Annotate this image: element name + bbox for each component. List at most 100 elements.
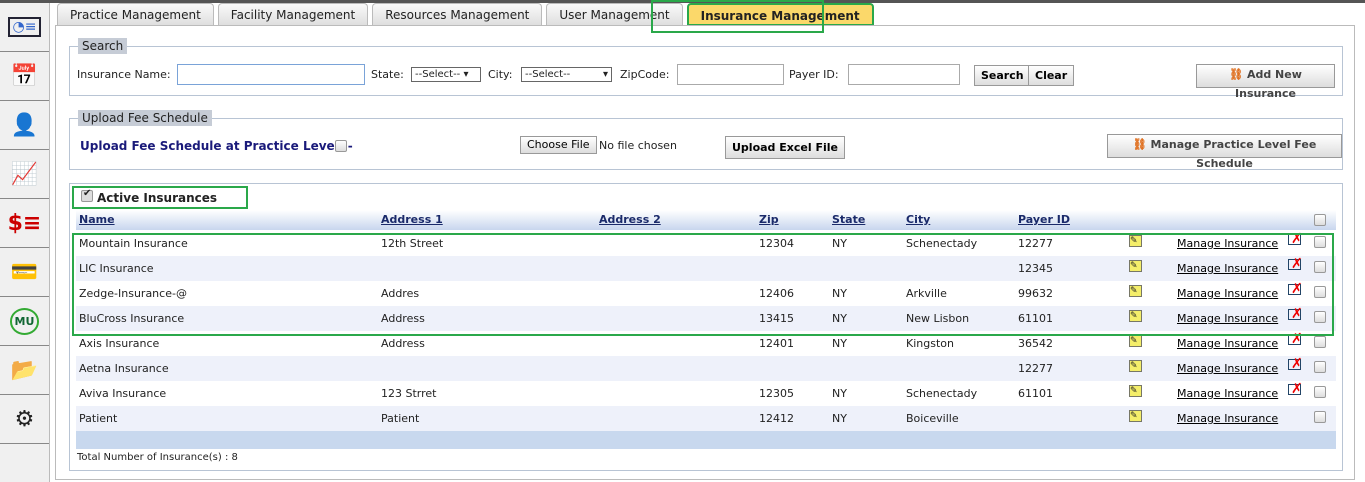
edit-fee-icon[interactable]: ✎ — [1129, 360, 1142, 372]
zipcode-input[interactable] — [677, 64, 784, 85]
cell-name: Aetna Insurance — [79, 362, 169, 375]
row-checkbox[interactable] — [1314, 386, 1326, 398]
highlight-active-tab — [651, 0, 824, 33]
upload-legend: Upload Fee Schedule — [78, 110, 212, 126]
calendar-icon: 📅 — [10, 63, 39, 89]
state-label: State: — [371, 68, 404, 81]
tab-facility-management[interactable]: Facility Management — [217, 3, 369, 26]
cell-name: Aviva Insurance — [79, 387, 167, 400]
admin-gear-icon: ⚙ — [14, 406, 35, 432]
column-header-city[interactable]: City — [906, 213, 930, 226]
no-file-chosen-text: No file chosen — [599, 139, 677, 152]
cell-state: NY — [832, 412, 847, 425]
cell-payer: 36542 — [1018, 337, 1053, 350]
table-row: Aviva Insurance 123 Strret 12305 NY Schenect… — [76, 381, 1336, 406]
choose-file-button[interactable]: Choose File — [520, 136, 597, 154]
city-select[interactable]: --Select-- ▾ — [521, 67, 612, 82]
sidebar-item-billing[interactable]: $≡ — [0, 199, 49, 248]
delete-icon[interactable]: ✗ — [1288, 357, 1303, 371]
upload-fieldset: Upload Fee Schedule Upload Fee Schedule … — [69, 110, 1343, 170]
upload-practice-level-label: Upload Fee Schedule at Practice Level :- — [80, 139, 353, 153]
grid-header: Name Address 1 Address 2 Zip State City … — [76, 210, 1336, 230]
cell-zip: 12412 — [759, 412, 794, 425]
column-header-state[interactable]: State — [832, 213, 865, 226]
cell-zip: 12401 — [759, 337, 794, 350]
table-row: Aetna Insurance 12277 ✎ Manage Insurance ✗ — [76, 356, 1336, 381]
sidebar-item-patients[interactable]: 👤 — [0, 101, 49, 150]
cell-addr1: Patient — [381, 412, 420, 425]
add-new-insurance-label: Add New Insurance — [1235, 68, 1302, 100]
billing-icon: $≡ — [7, 210, 42, 236]
highlight-rows — [72, 233, 1334, 336]
cell-city: Schenectady — [906, 387, 978, 400]
insurance-name-label: Insurance Name: — [77, 68, 171, 81]
sidebar-item-admin[interactable]: ⚙ — [0, 395, 49, 444]
cell-payer: 12277 — [1018, 362, 1053, 375]
sidebar: ◔≡ 📅 👤 📈 $≡ 💳 MU 📂 ⚙ — [0, 3, 50, 482]
highlight-active-insurances — [72, 186, 248, 209]
monitor-chart-icon: 📈 — [10, 161, 39, 187]
manage-insurance-link[interactable]: Manage Insurance — [1177, 362, 1278, 375]
cell-state: NY — [832, 387, 847, 400]
search-legend: Search — [78, 38, 128, 54]
sidebar-item-documents[interactable]: 📂 — [0, 346, 49, 395]
column-header-payer-id[interactable]: Payer ID — [1018, 213, 1070, 226]
grid-footer-bar — [76, 431, 1336, 449]
state-select[interactable]: --Select-- ▾ — [411, 67, 481, 82]
manage-insurance-link[interactable]: Manage Insurance — [1177, 387, 1278, 400]
tab-resources-management[interactable]: Resources Management — [372, 3, 543, 26]
link-icon: ⛓ — [1229, 68, 1244, 81]
sidebar-item-dashboard[interactable]: ◔≡ — [0, 3, 49, 52]
cell-zip: 12305 — [759, 387, 794, 400]
edit-fee-icon[interactable]: ✎ — [1129, 385, 1142, 397]
search-button[interactable]: Search — [974, 65, 1031, 86]
payer-id-label: Payer ID: — [789, 68, 839, 81]
manage-fee-schedule-label: Manage Practice Level Fee Schedule — [1150, 138, 1317, 170]
payer-id-input[interactable] — [848, 64, 960, 85]
sidebar-item-calendar[interactable]: 📅 — [0, 52, 49, 101]
cell-addr1: 123 Strret — [381, 387, 437, 400]
row-checkbox[interactable] — [1314, 361, 1326, 373]
insurance-name-input[interactable] — [177, 64, 365, 85]
tab-practice-management[interactable]: Practice Management — [57, 3, 214, 26]
edit-fee-icon[interactable]: ✎ — [1129, 335, 1142, 347]
row-checkbox[interactable] — [1314, 336, 1326, 348]
column-header-address-1[interactable]: Address 1 — [381, 213, 443, 226]
cell-state: NY — [832, 337, 847, 350]
sidebar-item-payments[interactable]: 💳 — [0, 248, 49, 297]
select-all-checkbox[interactable] — [1314, 214, 1326, 226]
cell-addr1: Address — [381, 337, 425, 350]
folder-docs-icon: 📂 — [10, 357, 39, 383]
clear-button[interactable]: Clear — [1028, 65, 1075, 86]
credit-card-icon: 💳 — [10, 259, 39, 285]
state-value: --Select-- — [415, 69, 461, 80]
column-header-zip[interactable]: Zip — [759, 213, 779, 226]
manage-insurance-link[interactable]: Manage Insurance — [1177, 337, 1278, 350]
table-row: Patient Patient 12412 NY Boiceville ✎ Manage I… — [76, 406, 1336, 431]
row-checkbox[interactable] — [1314, 411, 1326, 423]
column-header-name[interactable]: Name — [79, 213, 115, 226]
column-header-address-2[interactable]: Address 2 — [599, 213, 661, 226]
cell-name: Patient — [79, 412, 118, 425]
edit-fee-icon[interactable]: ✎ — [1129, 410, 1142, 422]
cell-name: Axis Insurance — [79, 337, 160, 350]
user-search-icon: 👤 — [10, 112, 39, 138]
manage-insurance-link[interactable]: Manage Insurance — [1177, 412, 1278, 425]
upload-excel-file-button[interactable]: Upload Excel File — [725, 136, 845, 159]
city-label: City: — [488, 68, 513, 81]
presentation-icon: ◔≡ — [7, 17, 42, 37]
sidebar-item-mu[interactable]: MU — [0, 297, 49, 346]
delete-icon[interactable]: ✗ — [1288, 382, 1303, 396]
sidebar-item-monitor[interactable]: 📈 — [0, 150, 49, 199]
add-new-insurance-button[interactable]: ⛓ Add New Insurance — [1196, 64, 1335, 100]
total-insurances-text: Total Number of Insurance(s) : 8 — [77, 452, 238, 463]
cell-payer: 61101 — [1018, 387, 1053, 400]
manage-fee-schedule-button[interactable]: ⛓ Manage Practice Level Fee Schedule — [1107, 134, 1342, 170]
mu-icon: MU — [9, 307, 40, 335]
link-icon: ⛓ — [1132, 138, 1147, 151]
city-value: --Select-- — [525, 69, 571, 80]
search-fieldset: Search Insurance Name: State: --Select--… — [69, 38, 1343, 100]
cell-city: Boiceville — [906, 412, 959, 425]
cell-city: Kingston — [906, 337, 954, 350]
upload-practice-level-checkbox[interactable] — [335, 140, 347, 152]
